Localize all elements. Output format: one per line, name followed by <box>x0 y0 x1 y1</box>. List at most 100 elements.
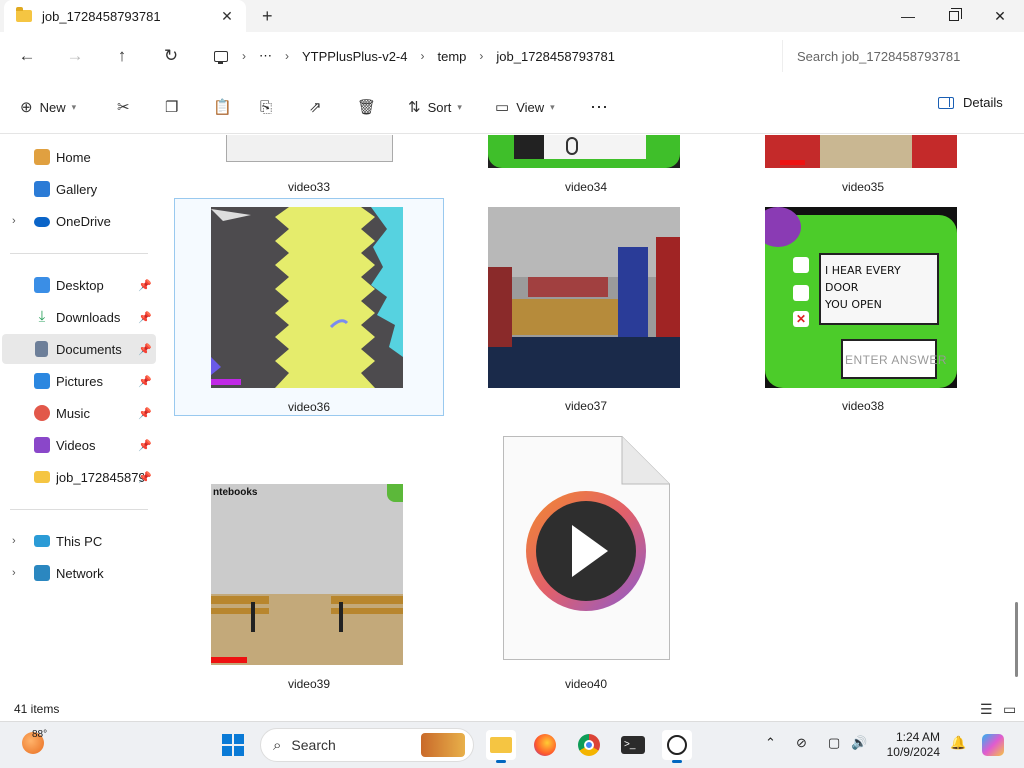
sidebar-item-label: Videos <box>56 437 96 453</box>
details-view-icon[interactable]: ☰ <box>980 701 993 718</box>
breadcrumb-item[interactable]: job_1728458793781 <box>496 49 615 64</box>
rename-button[interactable]: ⎘ <box>260 95 279 119</box>
forward-button[interactable]: → <box>63 44 87 68</box>
copilot-icon[interactable] <box>982 734 1004 756</box>
file-item[interactable]: video34 <box>451 135 721 195</box>
folder-icon <box>490 737 512 753</box>
terminal-taskbar-icon[interactable]: >_ <box>618 730 648 760</box>
sidebar-item-label: Pictures <box>56 373 103 389</box>
breadcrumb-separator[interactable]: › <box>420 49 424 63</box>
sidebar-item-job-folder[interactable]: job_1728458793781 📌 <box>2 462 156 492</box>
answer-text: ENTER ANSWER <box>845 353 948 367</box>
chevron-up-icon[interactable]: ⌃ <box>765 735 776 751</box>
close-tab-button[interactable]: ✕ <box>218 7 236 25</box>
cut-button[interactable]: ✂ <box>117 95 137 119</box>
file-explorer-taskbar-icon[interactable] <box>486 730 516 763</box>
sidebar-item-music[interactable]: Music 📌 <box>2 398 156 428</box>
firefox-taskbar-icon[interactable] <box>530 730 560 760</box>
breadcrumb[interactable]: › ⋯ › YTPPlusPlus-v2-4 › temp › job_1728… <box>204 40 774 72</box>
sidebar-item-desktop[interactable]: Desktop 📌 <box>2 270 156 300</box>
address-bar: ← → ↑ ↻ › ⋯ › YTPPlusPlus-v2-4 › temp › … <box>0 32 1024 80</box>
details-label: Details <box>963 95 1003 110</box>
video-file-icon <box>503 436 670 660</box>
video-thumbnail: ntebooks <box>211 484 403 665</box>
file-view: video33 video34 video35 video36 video37 … <box>162 135 1012 697</box>
bell-icon[interactable]: 🔔 <box>950 735 966 751</box>
paste-button[interactable]: 📋 <box>213 95 239 119</box>
breadcrumb-item[interactable]: temp <box>437 49 466 64</box>
breadcrumb-item[interactable]: YTPPlusPlus-v2-4 <box>302 49 407 64</box>
sidebar-item-network[interactable]: › Network <box>2 558 156 588</box>
file-name: video34 <box>564 180 608 194</box>
file-item[interactable]: I HEAR EVERY DOOR YOU OPEN ✕ ENTER ANSWE… <box>728 198 998 416</box>
details-button[interactable]: Details <box>938 95 1003 110</box>
sidebar-item-gallery[interactable]: Gallery <box>2 174 156 204</box>
sidebar-item-label: Music <box>56 405 90 421</box>
sidebar-item-pictures[interactable]: Pictures 📌 <box>2 366 156 396</box>
sidebar-item-onedrive[interactable]: › OneDrive <box>2 206 156 236</box>
back-button[interactable]: ← <box>15 44 39 68</box>
temperature: 88° <box>32 729 48 740</box>
chrome-taskbar-icon[interactable] <box>574 730 604 760</box>
file-name: video35 <box>841 180 885 194</box>
file-item[interactable]: video33 <box>174 135 444 195</box>
desktop-icon <box>34 277 50 293</box>
trash-icon: 🗑 <box>357 99 377 116</box>
breadcrumb-separator[interactable]: › <box>285 49 289 63</box>
breadcrumb-more[interactable]: ⋯ <box>259 48 272 64</box>
file-item[interactable]: video40 <box>451 435 721 695</box>
chevron-down-icon: ▾ <box>550 101 555 112</box>
app-taskbar-icon[interactable] <box>662 730 692 763</box>
search-input[interactable]: Search job_1728458793781 <box>782 40 1018 72</box>
see-more-button[interactable]: ⋯ <box>590 95 608 119</box>
taskbar: 88° ⌕ Search >_ ⌃ ⊘ ▢ 🔊 1:24 AM 10/9/202… <box>0 721 1024 768</box>
breadcrumb-separator[interactable]: › <box>479 49 483 63</box>
breadcrumb-separator[interactable]: › <box>242 49 246 63</box>
file-item[interactable]: video37 <box>451 198 721 416</box>
scroll-thumb[interactable] <box>1015 602 1018 677</box>
large-icons-view-icon[interactable]: ▭ <box>1003 701 1016 718</box>
chevron-right-icon[interactable]: › <box>12 567 16 579</box>
pin-icon: 📌 <box>138 439 152 452</box>
sidebar-item-documents[interactable]: Documents 📌 <box>2 334 156 364</box>
clock[interactable]: 1:24 AM 10/9/2024 <box>884 730 940 760</box>
videos-icon <box>34 437 50 453</box>
download-arrow-icon: ⤓ <box>38 308 46 325</box>
up-button[interactable]: ↑ <box>110 44 134 68</box>
chevron-right-icon[interactable]: › <box>12 215 16 227</box>
sort-button[interactable]: ⇅ Sort ▾ <box>408 95 462 119</box>
new-tab-button[interactable]: + <box>262 6 273 27</box>
volume-icon[interactable]: 🔊 <box>851 735 867 751</box>
view-button[interactable]: ▭ View ▾ <box>495 95 555 119</box>
close-window-button[interactable]: ✕ <box>977 0 1023 32</box>
file-item[interactable]: video35 <box>728 135 998 195</box>
refresh-button[interactable]: ↻ <box>159 44 183 68</box>
share-button[interactable]: ⇗ <box>309 95 329 119</box>
tab-current[interactable]: job_1728458793781 ✕ <box>4 0 246 32</box>
delete-button[interactable]: 🗑 <box>357 95 383 119</box>
new-label: New <box>39 99 66 115</box>
sidebar-item-downloads[interactable]: ⤓ Downloads 📌 <box>2 302 156 332</box>
rename-icon: ⎘ <box>260 98 273 116</box>
folder-icon <box>34 471 50 483</box>
pin-icon: 📌 <box>138 471 152 484</box>
minimize-button[interactable]: — <box>885 0 931 32</box>
sidebar-item-videos[interactable]: Videos 📌 <box>2 430 156 460</box>
file-name: video39 <box>287 677 331 691</box>
copy-button[interactable]: ❐ <box>165 95 185 119</box>
chevron-right-icon[interactable]: › <box>12 535 16 547</box>
new-button[interactable]: ⊕ New ▾ <box>20 95 76 119</box>
file-item-selected[interactable]: video36 <box>174 198 444 416</box>
network-status-icon[interactable]: ⊘ <box>796 735 807 751</box>
tab-title: job_1728458793781 <box>42 8 161 24</box>
vertical-scrollbar[interactable] <box>1012 135 1024 697</box>
sidebar-item-this-pc[interactable]: › This PC <box>2 526 156 556</box>
taskbar-search[interactable]: ⌕ Search <box>260 728 474 762</box>
sidebar-item-home[interactable]: Home <box>2 142 156 172</box>
start-button[interactable] <box>218 730 248 760</box>
file-item[interactable]: ntebooks video39 <box>174 435 444 695</box>
sidebar-item-label: Network <box>56 565 104 581</box>
display-icon[interactable]: ▢ <box>828 735 840 751</box>
chrome-icon <box>578 734 600 756</box>
restore-button[interactable] <box>931 0 977 32</box>
